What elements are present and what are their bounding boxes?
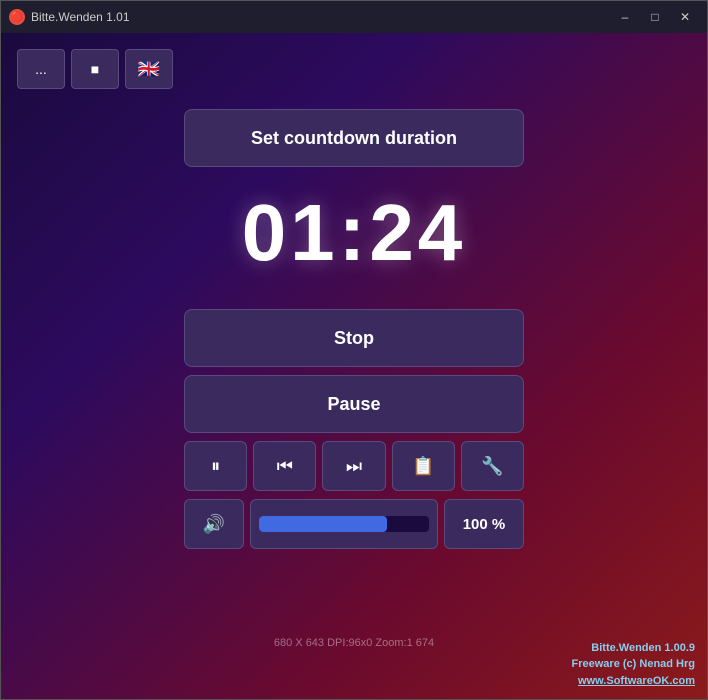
footer-line3[interactable]: www.SoftwareOK.com xyxy=(572,673,695,690)
app-icon: 🔴 xyxy=(9,9,25,25)
footer-line1: Bitte.Wenden 1.00.9 xyxy=(572,640,695,657)
toolbar-btn-language[interactable]: 🇬🇧 xyxy=(125,49,173,89)
close-button[interactable]: ✕ xyxy=(671,6,699,28)
playlist-button[interactable]: 📋 xyxy=(392,441,455,491)
prev-button[interactable]: ⏮ xyxy=(253,441,316,491)
flag-uk-icon: 🇬🇧 xyxy=(138,59,160,80)
volume-track xyxy=(259,516,429,532)
maximize-button[interactable]: □ xyxy=(641,6,669,28)
media-controls-row: ⏸ ⏮ ⏭ 📋 🔧 xyxy=(184,441,524,491)
main-content: ... ■ 🇬🇧 Set countdown duration 01:24 St… xyxy=(1,33,707,699)
toolbar-btn-menu[interactable]: ... xyxy=(17,49,65,89)
minimize-button[interactable]: – xyxy=(611,6,639,28)
speaker-icon: 🔊 xyxy=(203,514,225,535)
pause-media-button[interactable]: ⏸ xyxy=(184,441,247,491)
volume-percent: 100 % xyxy=(444,499,524,549)
next-button[interactable]: ⏭ xyxy=(322,441,385,491)
volume-slider-container[interactable] xyxy=(250,499,438,549)
footer: Bitte.Wenden 1.00.9 Freeware (c) Nenad H… xyxy=(572,640,695,690)
timer-display: 01:24 xyxy=(242,187,467,279)
prev-icon: ⏮ xyxy=(277,456,293,477)
app-window: 🔴 Bitte.Wenden 1.01 – □ ✕ ... ■ 🇬🇧 Set c… xyxy=(0,0,708,700)
volume-button[interactable]: 🔊 xyxy=(184,499,244,549)
window-title: Bitte.Wenden 1.01 xyxy=(31,10,130,24)
pause-icon: ⏸ xyxy=(211,456,220,477)
pause-button[interactable]: Pause xyxy=(184,375,524,433)
titlebar: 🔴 Bitte.Wenden 1.01 – □ ✕ xyxy=(1,1,707,33)
stop-button[interactable]: Stop xyxy=(184,309,524,367)
titlebar-left: 🔴 Bitte.Wenden 1.01 xyxy=(9,9,130,25)
tools-icon: 🔧 xyxy=(481,456,503,477)
tools-button[interactable]: 🔧 xyxy=(461,441,524,491)
toolbar: ... ■ 🇬🇧 xyxy=(17,49,173,89)
footer-line2: Freeware (c) Nenad Hrg xyxy=(572,656,695,673)
titlebar-controls: – □ ✕ xyxy=(611,6,699,28)
volume-row: 🔊 100 % xyxy=(184,499,524,549)
list-icon: 📋 xyxy=(412,456,434,477)
toolbar-btn-stop-square[interactable]: ■ xyxy=(71,49,119,89)
volume-fill xyxy=(259,516,387,532)
next-icon: ⏭ xyxy=(346,456,362,477)
set-countdown-button[interactable]: Set countdown duration xyxy=(184,109,524,167)
status-text: 680 X 643 DPI:96x0 Zoom:1 674 xyxy=(274,637,434,649)
